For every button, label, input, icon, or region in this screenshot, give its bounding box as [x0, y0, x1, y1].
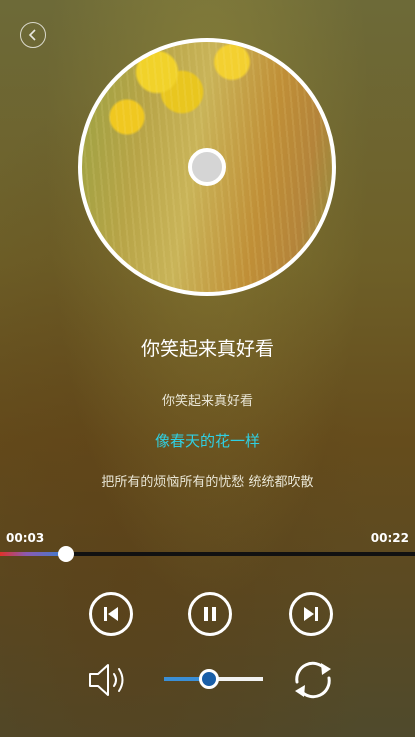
skip-next-icon: [304, 607, 318, 621]
disc-center-hole: [188, 148, 226, 186]
volume-button[interactable]: [86, 659, 132, 701]
pause-button[interactable]: [188, 592, 232, 636]
previous-track-button[interactable]: [89, 592, 133, 636]
album-disc: [78, 38, 336, 296]
chevron-left-icon: [28, 29, 36, 41]
volume-handle[interactable]: [198, 669, 219, 689]
back-button[interactable]: [20, 22, 46, 48]
pause-icon: [204, 607, 216, 621]
progress-handle[interactable]: [58, 546, 75, 562]
lyric-line-current: 像春天的花一样: [154, 432, 260, 450]
skip-previous-icon: [104, 607, 118, 621]
loop-button[interactable]: [288, 656, 338, 704]
song-title: 你笑起来真好看: [140, 338, 274, 360]
speaker-icon: [89, 664, 124, 696]
repeat-icon: [295, 661, 331, 699]
current-time: 00:03: [6, 531, 45, 545]
next-track-button[interactable]: [289, 592, 333, 636]
lyric-line-next: 把所有的烦恼所有的忧愁 统统都吹散: [101, 475, 314, 490]
music-player-screen: 你笑起来真好看 你笑起来真好看 像春天的花一样 把所有的烦恼所有的忧愁 统统都吹…: [0, 0, 415, 737]
progress-bar[interactable]: [0, 546, 415, 562]
total-duration: 00:22: [370, 531, 409, 545]
progress-fill: [0, 552, 67, 556]
lyric-line-previous: 你笑起来真好看: [161, 394, 253, 409]
volume-slider[interactable]: [164, 669, 263, 689]
